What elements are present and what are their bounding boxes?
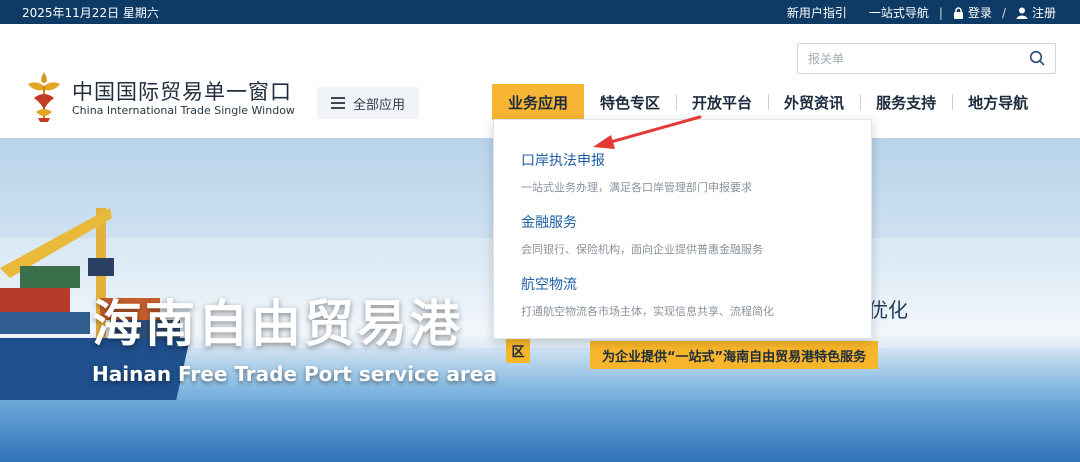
nav-local-navigation[interactable]: 地方导航 bbox=[952, 84, 1044, 120]
dropdown-item-title[interactable]: 口岸执法申报 bbox=[521, 150, 752, 170]
main-nav: 业务应用 特色专区 开放平台 外贸资讯 服务支持 地方导航 bbox=[492, 84, 1044, 120]
banner-title-cn: 海南自由贸易港 bbox=[92, 295, 463, 353]
one-stop-nav-link[interactable]: 一站式导航 bbox=[869, 4, 929, 21]
login-label: 登录 bbox=[967, 6, 992, 20]
search-icon[interactable] bbox=[1029, 50, 1045, 66]
all-apps-label: 全部应用 bbox=[352, 97, 405, 113]
sea-band bbox=[0, 400, 1080, 462]
nav-business-apps[interactable]: 业务应用 bbox=[492, 84, 585, 120]
dropdown-item-port-declaration[interactable]: 口岸执法申报 一站式业务办理，满足各口岸管理部门申报要求 bbox=[521, 150, 752, 195]
brand-name-cn[interactable]: 中国国际贸易单一窗口 bbox=[72, 76, 292, 106]
menu-icon bbox=[330, 97, 345, 109]
dropdown-item-air-logistics[interactable]: 航空物流 打通航空物流各市场主体，实现信息共享、流程简化 bbox=[521, 274, 774, 319]
lock-icon bbox=[953, 6, 963, 19]
dropdown-item-financial-services[interactable]: 金融服务 会同银行、保险机构，面向企业提供普惠金融服务 bbox=[521, 212, 763, 257]
banner-title-en: Hainan Free Trade Port service area bbox=[92, 362, 497, 386]
top-bar: 2025年11月22日 星期六 新用户指引 一站式导航 | 登录 / 注册 bbox=[0, 0, 1080, 24]
new-user-guide-link[interactable]: 新用户指引 bbox=[787, 4, 847, 21]
top-links: 新用户指引 一站式导航 | 登录 / 注册 bbox=[787, 4, 1056, 21]
login-link[interactable]: 登录 bbox=[953, 4, 992, 21]
dropdown-item-desc: 打通航空物流各市场主体，实现信息共享、流程简化 bbox=[521, 305, 774, 318]
brand-name-en: China International Trade Single Window bbox=[72, 104, 295, 117]
banner-tag: 区 bbox=[506, 337, 530, 363]
logo-emblem-icon[interactable] bbox=[24, 70, 64, 124]
nav-trade-news[interactable]: 外贸资讯 bbox=[768, 84, 860, 120]
nav-service-support[interactable]: 服务支持 bbox=[860, 84, 952, 120]
dropdown-item-desc: 一站式业务办理，满足各口岸管理部门申报要求 bbox=[521, 181, 752, 194]
slash: / bbox=[1001, 5, 1006, 20]
search-box bbox=[797, 43, 1056, 74]
red-arrow-icon bbox=[593, 115, 702, 149]
dropdown-item-title[interactable]: 金融服务 bbox=[521, 212, 763, 232]
search-input[interactable] bbox=[806, 48, 1020, 70]
register-link[interactable]: 注册 bbox=[1016, 4, 1056, 21]
divider: | bbox=[938, 5, 943, 20]
banner-cta[interactable]: 为企业提供“一站式”海南自由贸易港特色服务 bbox=[590, 341, 879, 369]
register-label: 注册 bbox=[1031, 6, 1056, 20]
dropdown-item-title[interactable]: 航空物流 bbox=[521, 274, 774, 294]
date-text: 2025年11月22日 星期六 bbox=[22, 6, 159, 20]
all-apps-button[interactable]: 全部应用 bbox=[317, 87, 419, 119]
dropdown-item-desc: 会同银行、保险机构，面向企业提供普惠金融服务 bbox=[521, 243, 763, 256]
user-icon bbox=[1016, 7, 1028, 19]
